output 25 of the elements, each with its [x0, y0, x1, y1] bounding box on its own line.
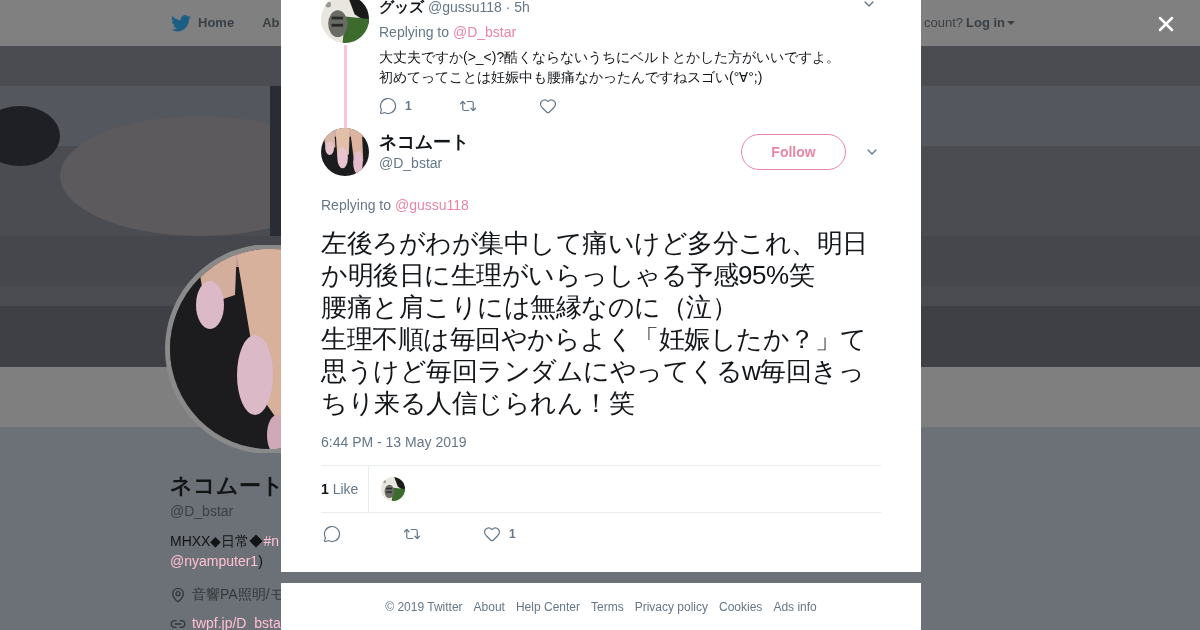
author-name: グッズ [379, 0, 424, 16]
action-count: 1 [509, 526, 516, 543]
mention-link[interactable]: @D_bstar [452, 24, 517, 40]
likes-count[interactable]: 1 Like [321, 478, 359, 500]
heart-icon[interactable] [483, 525, 501, 543]
tweet-timestamp: 6:44 PM - 13 May 2019 [321, 433, 468, 452]
footer-link[interactable]: About [473, 597, 505, 616]
reply-icon[interactable] [323, 525, 341, 543]
footer-link[interactable]: Help Center [515, 597, 580, 616]
footer-link[interactable]: © 2019 Twitter [385, 597, 463, 616]
profile-website[interactable]: twpf.jp/D_bsta [192, 613, 281, 630]
login-button[interactable]: Log in [966, 13, 1015, 33]
profile-bio: MHXX◆日常◆#n @nyamputer1) [170, 532, 280, 571]
replying-to: Replying to @D_bstar [379, 23, 518, 42]
footer-link[interactable]: Ads info [773, 597, 817, 616]
author-handle: @gussu118 · 5h [428, 0, 530, 17]
footer-link[interactable]: Privacy policy [634, 597, 708, 616]
nav-link[interactable]: Ab [262, 13, 280, 33]
profile-name: ネコムート [170, 472, 284, 500]
footer-link[interactable]: Terms [591, 597, 624, 616]
nav-link[interactable]: Home [198, 13, 235, 33]
location-icon [170, 586, 186, 603]
login-prompt: count? [923, 14, 963, 33]
footer-link[interactable]: Cookies [719, 597, 763, 616]
caret-icon [1007, 21, 1015, 25]
